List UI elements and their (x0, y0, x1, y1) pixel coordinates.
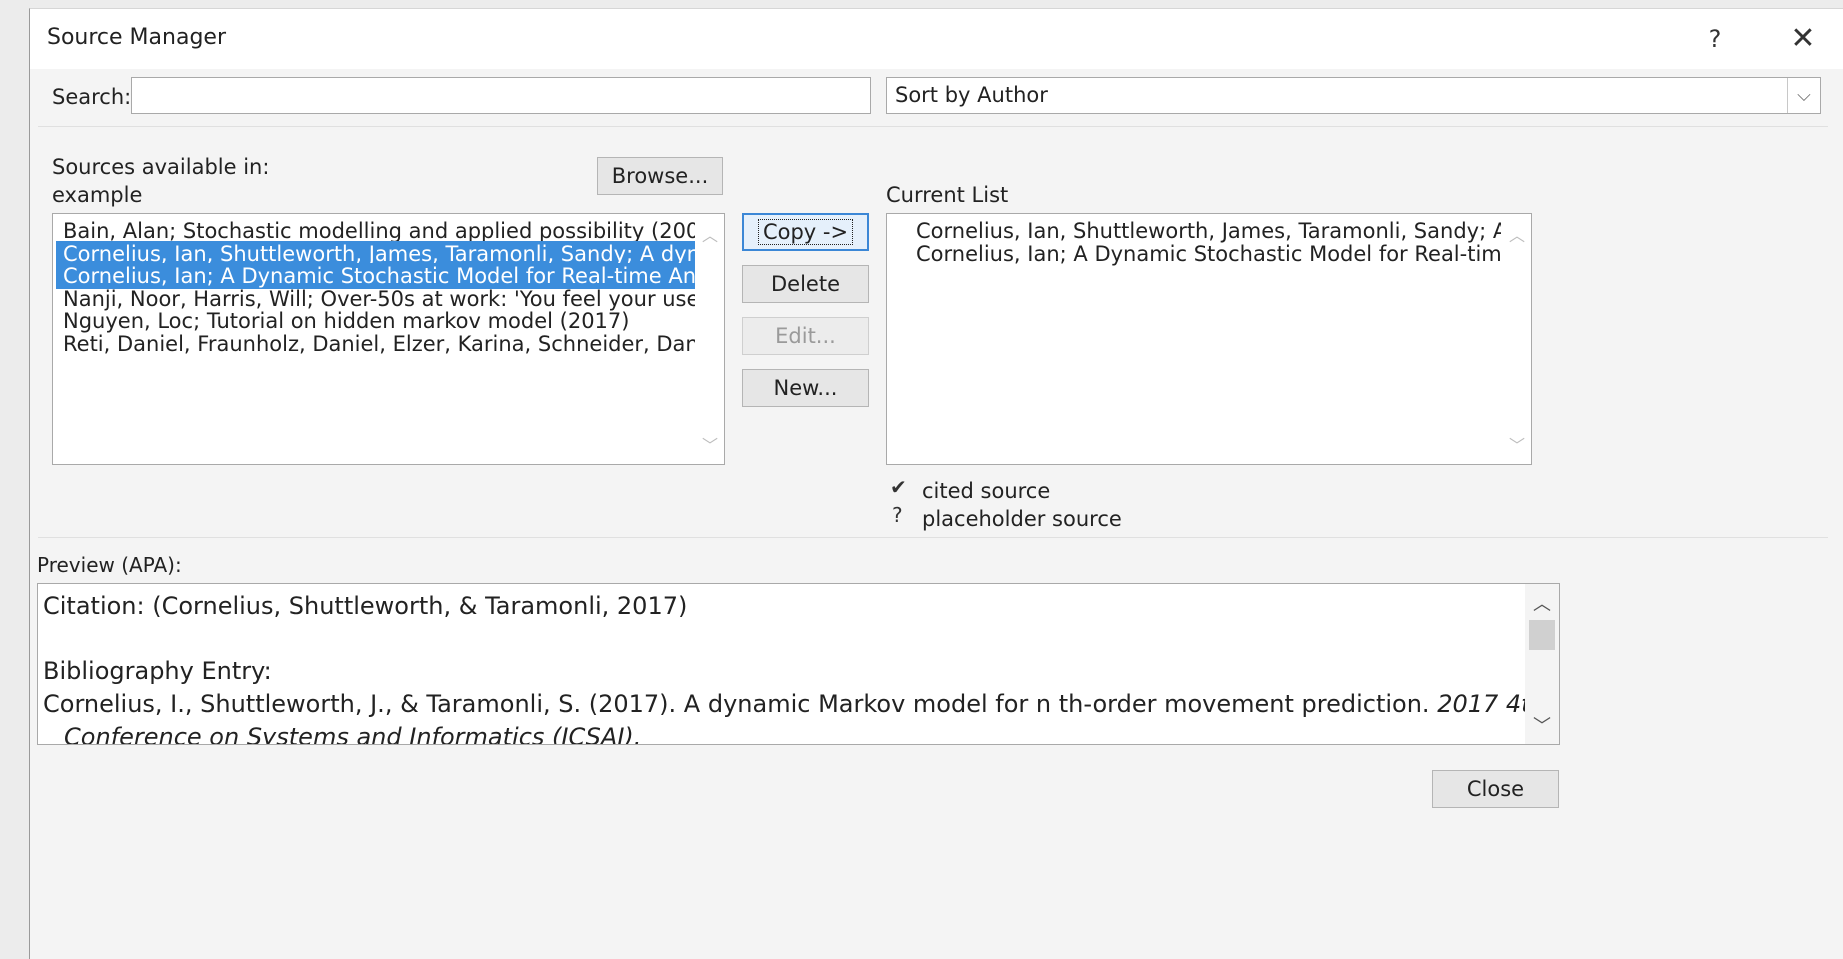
bibliography-heading: Bibliography Entry: (43, 657, 272, 685)
new-button[interactable]: New... (742, 369, 869, 407)
search-input[interactable] (131, 77, 871, 114)
sort-dropdown[interactable]: Sort by Author ⌵ (886, 77, 1821, 114)
preview-scrollbar[interactable]: ︿ ﹀ (1525, 584, 1559, 744)
checkmark-icon: ✔ (890, 475, 907, 499)
dialog-title: Source Manager (47, 25, 226, 50)
sources-list[interactable]: Bain, Alan; Stochastic modelling and app… (52, 213, 725, 465)
sources-list-scrollbar[interactable]: ︿ ﹀ (696, 214, 724, 464)
source-manager-dialog: Source Manager ? ✕ Search: Sort by Autho… (29, 8, 1843, 959)
current-list-scrollbar[interactable]: ︿ ﹀ (1503, 214, 1531, 464)
bibliography-source-italic-cont: Conference on Systems and Informatics (I… (64, 723, 642, 745)
placeholder-source-label: placeholder source (922, 507, 1122, 531)
edit-button[interactable]: Edit... (742, 317, 869, 355)
chevron-down-icon[interactable]: ⌵ (1787, 78, 1820, 113)
sources-available-heading: Sources available in: (52, 155, 270, 179)
close-icon[interactable]: ✕ (1776, 19, 1830, 59)
current-list[interactable]: Cornelius, Ian, Shuttleworth, James, Tar… (886, 213, 1532, 465)
browse-button[interactable]: Browse... (597, 157, 723, 195)
scroll-thumb[interactable] (1529, 620, 1555, 650)
title-bar: Source Manager ? ✕ (30, 9, 1843, 69)
question-icon: ? (892, 503, 903, 527)
delete-button[interactable]: Delete (742, 265, 869, 303)
divider (38, 126, 1828, 127)
help-button[interactable]: ? (1690, 19, 1740, 59)
bibliography-line-2: Conference on Systems and Informatics (I… (64, 723, 642, 745)
bibliography-line-1: Cornelius, I., Shuttleworth, J., & Taram… (43, 690, 1559, 718)
preview-box: Citation: (Cornelius, Shuttleworth, & Ta… (37, 583, 1560, 745)
preview-heading: Preview (APA): (37, 553, 182, 577)
scroll-up-icon[interactable]: ︿ (1503, 222, 1531, 246)
close-button[interactable]: Close (1432, 770, 1559, 808)
sort-selected: Sort by Author (895, 83, 1048, 107)
scroll-down-icon[interactable]: ﹀ (1503, 432, 1531, 456)
list-item[interactable]: Reti, Daniel, Fraunholz, Daniel, Elzer, … (63, 331, 695, 357)
bibliography-text: Cornelius, I., Shuttleworth, J., & Taram… (43, 690, 1438, 718)
citation-text: Citation: (Cornelius, Shuttleworth, & Ta… (43, 592, 688, 620)
cited-source-label: cited source (922, 479, 1051, 503)
current-list-heading: Current List (886, 183, 1009, 207)
scroll-up-icon[interactable]: ︿ (696, 222, 724, 246)
scroll-down-icon[interactable]: ﹀ (1525, 712, 1559, 738)
scroll-down-icon[interactable]: ﹀ (696, 432, 724, 456)
sources-location: example (52, 183, 143, 207)
list-item[interactable]: Cornelius, Ian; A Dynamic Stochastic Mod… (916, 241, 1501, 267)
search-label: Search: (52, 85, 131, 109)
search-label-text: Search: (52, 85, 132, 109)
scroll-up-icon[interactable]: ︿ (1525, 590, 1559, 616)
copy-button-label: Copy -> (757, 219, 854, 245)
copy-button[interactable]: Copy -> (742, 213, 869, 251)
divider (38, 537, 1828, 538)
